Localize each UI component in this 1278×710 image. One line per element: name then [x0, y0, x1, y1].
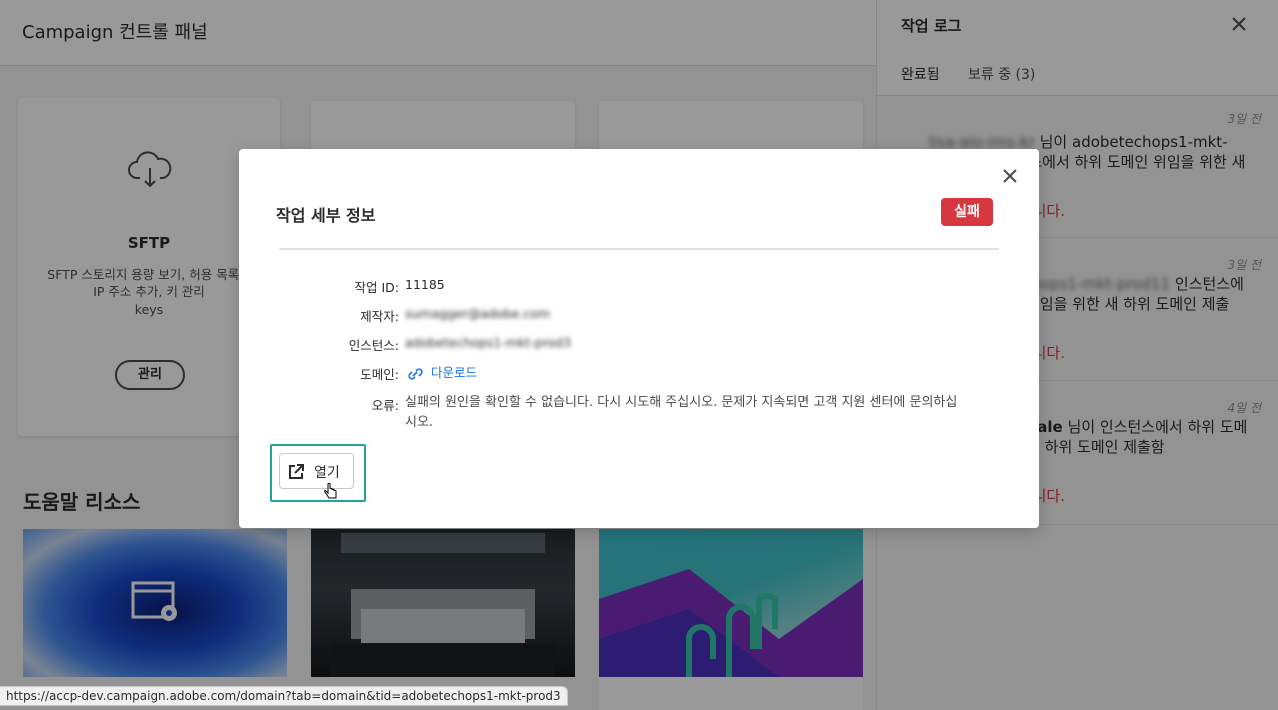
- creator-value: sumagger@adobe.com: [405, 306, 551, 321]
- close-icon[interactable]: [1001, 167, 1019, 185]
- domain-label: 도메인:: [360, 367, 399, 382]
- job-id-label: 작업 ID:: [354, 280, 400, 295]
- dialog-title: 작업 세부 정보: [276, 206, 376, 225]
- creator-label: 제작자:: [360, 309, 399, 324]
- open-button[interactable]: 열기: [279, 453, 354, 489]
- download-link[interactable]: 다운로드: [431, 365, 477, 380]
- job-details-dialog: 작업 세부 정보 실패 작업 ID: 11185 제작자: sumagger@a…: [239, 149, 1039, 528]
- error-label: 오류:: [371, 398, 399, 413]
- job-id-value: 11185: [405, 277, 445, 292]
- status-badge: 실패: [941, 198, 993, 226]
- instance-value: adobetechops1-mkt-prod3: [405, 335, 571, 350]
- instance-label: 인스턴스:: [348, 338, 399, 353]
- hand-cursor-icon: [324, 482, 337, 499]
- link-icon: [408, 367, 423, 380]
- external-link-icon: [289, 464, 304, 479]
- dialog-divider: [279, 248, 999, 250]
- browser-status-url: https://accp-dev.campaign.adobe.com/doma…: [0, 686, 568, 706]
- domain-value: 다운로드: [405, 362, 477, 382]
- open-button-label: 열기: [314, 464, 340, 480]
- error-message: 실패의 원인을 확인할 수 없습니다. 다시 시도해 주십시오. 문제가 지속되…: [405, 395, 958, 430]
